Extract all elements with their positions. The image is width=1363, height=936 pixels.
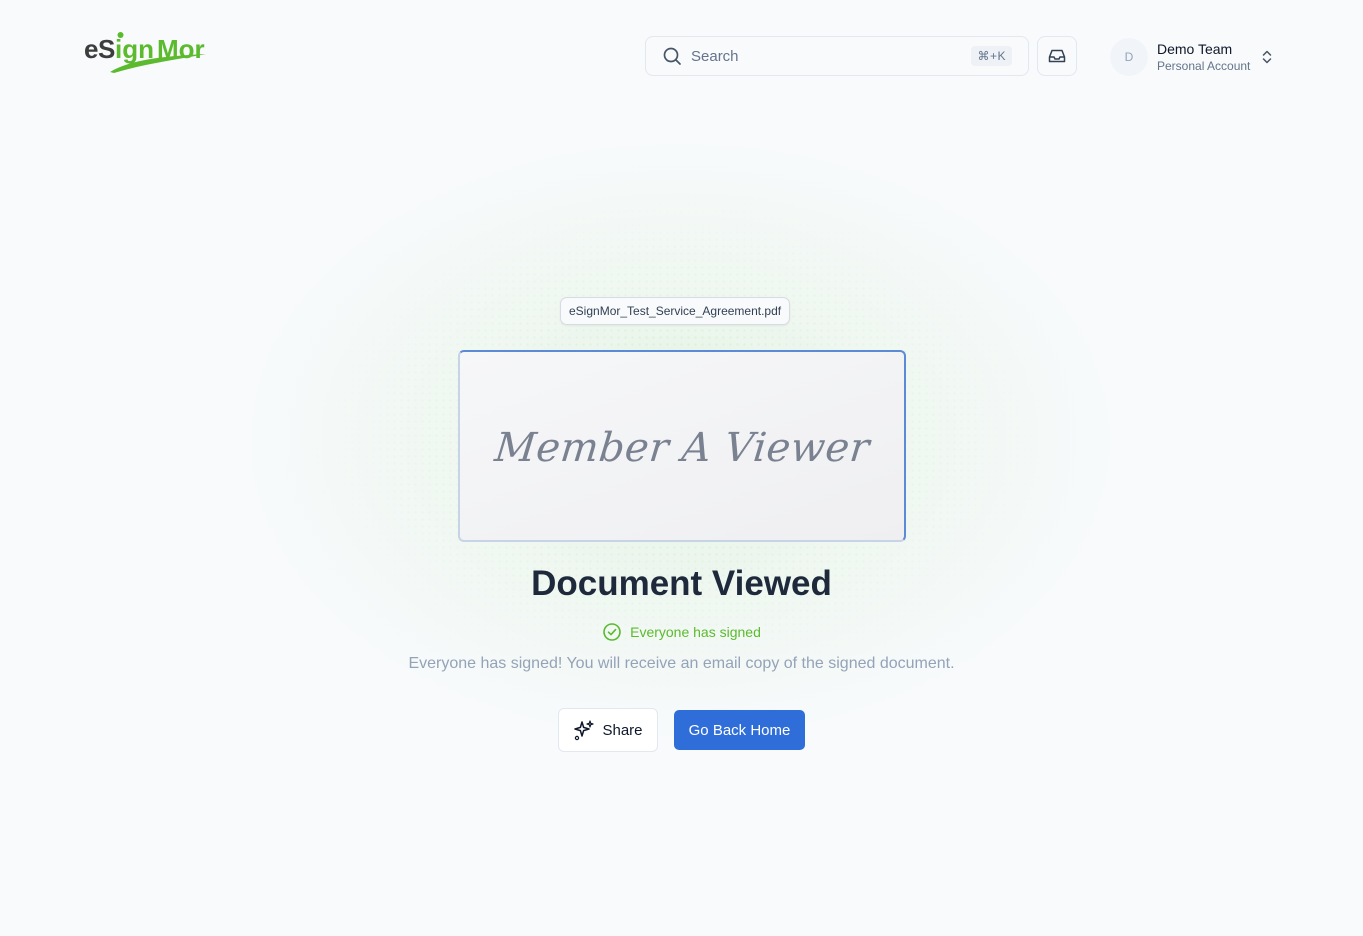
search-placeholder: Search <box>691 47 739 65</box>
app-logo[interactable]: e S ign Mor <box>84 30 208 74</box>
status-text: Everyone has signed <box>630 624 761 640</box>
account-name: Demo Team <box>1157 41 1233 57</box>
svg-text:S: S <box>98 34 115 64</box>
account-switcher[interactable]: D Demo Team Personal Account <box>1110 37 1285 77</box>
signature-preview-card: Member A Viewer <box>458 350 906 542</box>
search-input[interactable]: Search ⌘+K <box>645 36 1029 76</box>
signature-text: Member A Viewer <box>492 425 872 471</box>
status-indicator: Everyone has signed <box>0 622 1363 642</box>
svg-text:e: e <box>84 34 98 64</box>
account-type: Personal Account <box>1157 59 1251 73</box>
page-title: Document Viewed <box>531 564 832 603</box>
share-button[interactable]: Share <box>558 708 658 752</box>
go-back-home-button[interactable]: Go Back Home <box>674 710 805 750</box>
sparkles-icon <box>574 720 595 741</box>
chevron-up-down-icon <box>1263 50 1272 64</box>
inbox-icon <box>1048 49 1066 63</box>
search-shortcut-badge: ⌘+K <box>971 46 1012 66</box>
search-icon <box>663 47 681 65</box>
avatar: D <box>1110 38 1148 76</box>
document-filename-badge: eSignMor_Test_Service_Agreement.pdf <box>560 297 791 325</box>
status-message: Everyone has signed! You will receive an… <box>408 655 955 672</box>
share-label: Share <box>602 721 643 739</box>
check-circle-icon <box>603 623 621 641</box>
inbox-button[interactable] <box>1037 36 1077 76</box>
